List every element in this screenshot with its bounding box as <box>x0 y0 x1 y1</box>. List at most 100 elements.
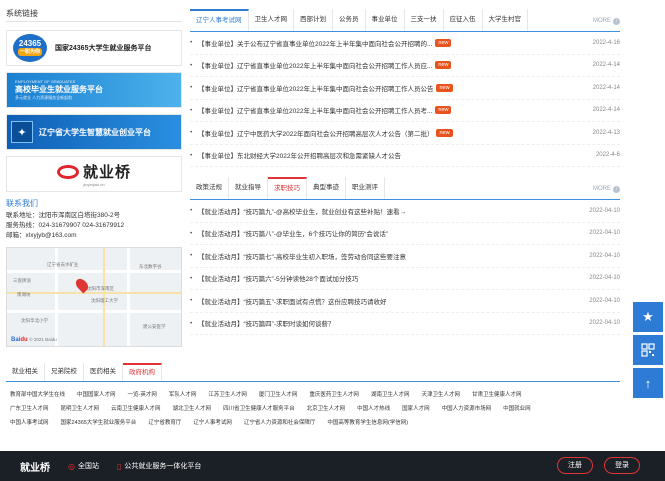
list-item[interactable]: • 【事业单位】辽宁省直事业单位2022年上半年集中面向社会公开招聘工作人员考..… <box>190 100 620 122</box>
news-title[interactable]: 【事业单位】东北财经大学2022年公开招聘高层次和急需紧缺人才公告 <box>198 150 401 160</box>
link-item[interactable]: 湖南卫生人才网 <box>371 388 410 402</box>
jiuyeqiao-logo-icon <box>56 164 79 179</box>
list-item[interactable]: • 【就业活动月】“技巧篇四”-求职时谈如何谈薪？ 2022-04-10 <box>190 313 620 335</box>
link-item[interactable]: 一览-英才网 <box>128 388 157 402</box>
more-link[interactable]: MORE › <box>593 10 620 32</box>
link-item[interactable]: 中国就业网 <box>503 402 531 416</box>
link-item[interactable]: 北京卫生人才网 <box>307 402 346 416</box>
list-item[interactable]: • 【事业单位】关于公布辽宁省直事业单位2022年上半年集中面向社会公开招聘的..… <box>190 32 620 55</box>
news-title[interactable]: 【事业单位】辽宁省直事业单位2022年上半年集中面向社会公开招聘工作人员应... <box>198 60 432 70</box>
link-item[interactable]: 国家24365大学生就业服务平台 <box>61 416 137 430</box>
link-item[interactable]: 湖北卫生人才网 <box>173 402 212 416</box>
list-item[interactable]: • 【事业单位】辽宁省直事业单位2022年上半年集中面向社会公开招聘工作人员应..… <box>190 55 620 77</box>
link-item[interactable]: 中国人才热线 <box>357 402 390 416</box>
more-arrow-icon: › <box>613 185 620 193</box>
link-item[interactable]: 中国国家人才网 <box>77 388 116 402</box>
phone-icon: ▯ <box>116 461 122 471</box>
link-item[interactable]: 中国高等教育学生信息网(学信网) <box>327 416 408 430</box>
tab-liaoning-exam[interactable]: 辽宁人事考试网 <box>190 9 249 31</box>
list-item[interactable]: • 【就业活动月】“技巧篇七”-高校毕业生初入职场，签劳动合同这些要注意 2022-… <box>190 245 620 268</box>
list-item[interactable]: • 【就业活动月】“技巧篇九”-@高校毕业生，就业创业有这些补贴！速看→ 2022-… <box>190 200 620 223</box>
link-item[interactable]: 昆明卫生人才网 <box>61 402 100 416</box>
tab-public-institution[interactable]: 事业单位 <box>366 9 405 31</box>
link-item[interactable]: 国家人才网 <box>402 402 430 416</box>
article-date: 2022-04-10 <box>589 320 620 327</box>
link-item[interactable]: 辽宁省教育厅 <box>148 416 181 430</box>
article-title[interactable]: 【就业活动月】“技巧篇四”-求职时谈如何谈薪？ <box>198 318 576 328</box>
tab-job-tips[interactable]: 求职技巧 <box>268 177 307 199</box>
more-link[interactable]: MORE › <box>593 178 620 200</box>
tab-employment-guide[interactable]: 就业指导 <box>229 177 268 199</box>
location-map[interactable]: 辽宁省去水矿业 沈阳市浑南区 沈阳理工大学 三盘牌浪 南湖坊 沈阳华北小学 东北… <box>6 247 182 347</box>
new-badge: new <box>436 83 453 92</box>
list-item[interactable]: • 【就业活动月】“技巧篇八”-@毕业生，6个技巧让你的简历“会说话” 2022-0… <box>190 223 620 245</box>
link-item[interactable]: 中国人事考试网 <box>10 416 49 430</box>
tab-career-test[interactable]: 职业测评 <box>346 177 385 199</box>
map-road <box>7 310 181 313</box>
list-item[interactable]: • 【事业单位】辽宁省直事业单位2022年上半年集中面向社会公开招聘工作人员公告 n… <box>190 77 620 100</box>
link-item[interactable]: 教育部中国大学生在线 <box>10 388 65 402</box>
tab-employment-related[interactable]: 就业相关 <box>6 363 45 381</box>
tab-medical-related[interactable]: 医药相关 <box>84 363 123 381</box>
national-site-link[interactable]: ◎ 全国站 <box>68 461 99 471</box>
link-item[interactable]: 天津卫生人才网 <box>421 388 460 402</box>
article-title[interactable]: 【就业活动月】“技巧篇七”-高校毕业生初入职场，签劳动合同这些要注意 <box>198 251 576 261</box>
tab-west-plan[interactable]: 西部计划 <box>294 9 333 31</box>
tab-village-official[interactable]: 大学生村官 <box>483 9 528 31</box>
list-item[interactable]: • 【事业单位】辽宁中医药大学2022年面向社会公开招聘高层次人才公告（第二批） n… <box>190 122 620 145</box>
tab-typical-stories[interactable]: 典型事迹 <box>307 177 346 199</box>
article-title[interactable]: 【就业活动月】“技巧篇六”-5分钟读他28个面试加分技巧 <box>198 273 576 283</box>
article-title[interactable]: 【就业活动月】“技巧篇八”-@毕业生，6个技巧让你的简历“会说话” <box>198 228 576 238</box>
link-item[interactable]: 甘肃卫生健康人才网 <box>472 388 522 402</box>
banner-liaoning-platform[interactable]: ✦ 辽宁省大学生智慧就业创业平台 <box>6 114 182 150</box>
tab-civil-servant[interactable]: 公务员 <box>333 9 366 31</box>
tab-sanzhi-yifu[interactable]: 三支一扶 <box>405 9 444 31</box>
map-label: 辽宁省去水矿业 <box>47 262 79 267</box>
link-item[interactable]: 辽宁人事考试网 <box>193 416 232 430</box>
public-platform-link[interactable]: ▯ 公共就业服务一体化平台 <box>117 461 201 471</box>
list-item[interactable]: • 【就业活动月】“技巧篇五”-求职面试有点慌？这份应聘技巧请收好 2022-04-… <box>190 290 620 313</box>
tab-policy[interactable]: 政策法规 <box>190 177 229 199</box>
favorite-button[interactable]: ★ <box>633 302 663 332</box>
footer-brand[interactable]: 就业桥 <box>20 459 50 474</box>
list-item[interactable]: • 【就业活动月】“技巧篇六”-5分钟读他28个面试加分技巧 2022-04-10 <box>190 268 620 290</box>
link-item[interactable]: 军队人才网 <box>169 388 197 402</box>
map-road <box>7 270 181 273</box>
article-date: 2022-04-10 <box>589 297 620 304</box>
link-item[interactable]: 广东卫生人才网 <box>10 402 49 416</box>
tab-health-talent[interactable]: 卫生人才网 <box>249 9 294 31</box>
new-badge: new <box>436 128 453 137</box>
map-road <box>127 248 130 346</box>
links-grid: 教育部中国大学生在线 中国国家人才网 一览-英才网 军队人才网 江苏卫生人才网 … <box>6 382 620 402</box>
news-title[interactable]: 【事业单位】辽宁中医药大学2022年面向社会公开招聘高层次人才公告（第二批） <box>198 128 433 138</box>
banner-graduate-main: 高校毕业生就业服务平台 <box>15 85 103 94</box>
banner-24365[interactable]: 24365 一职为你 国家24365大学生就业服务平台 <box>6 30 182 66</box>
register-button[interactable]: 注册 <box>557 457 593 474</box>
news-title[interactable]: 【事业单位】辽宁省直事业单位2022年上半年集中面向社会公开招聘工作人员考... <box>198 105 432 115</box>
link-item[interactable]: 辽宁省人力资源和社会保障厅 <box>244 416 316 430</box>
link-item[interactable]: 四川省卫生健康人才服务平台 <box>223 402 295 416</box>
liaoning-platform-icon: ✦ <box>11 121 33 143</box>
guidance-list: • 【就业活动月】“技巧篇九”-@高校毕业生，就业创业有这些补贴！速看→ 2022-… <box>190 200 620 335</box>
news-title[interactable]: 【事业单位】关于公布辽宁省直事业单位2022年上半年集中面向社会公开招聘的... <box>198 38 432 48</box>
tab-government[interactable]: 政府机构 <box>123 363 162 381</box>
bullet-icon: • <box>190 106 193 114</box>
24365-logo-number: 24365 <box>18 39 42 48</box>
link-item[interactable]: 重庆医药卫生人才网 <box>309 388 359 402</box>
bullet-icon: • <box>190 252 193 260</box>
link-item[interactable]: 中国人力资源市场网 <box>442 402 492 416</box>
link-item[interactable]: 云南卫生健康人才网 <box>111 402 161 416</box>
article-title[interactable]: 【就业活动月】“技巧篇九”-@高校毕业生，就业创业有这些补贴！速看→ <box>198 206 576 216</box>
news-title[interactable]: 【事业单位】辽宁省直事业单位2022年上半年集中面向社会公开招聘工作人员公告 <box>198 83 433 93</box>
list-item[interactable]: • 【事业单位】东北财经大学2022年公开招聘高层次和急需紧缺人才公告 2022-4… <box>190 145 620 167</box>
link-item[interactable]: 江苏卫生人才网 <box>208 388 247 402</box>
qrcode-button[interactable] <box>633 335 663 365</box>
link-item[interactable]: 厦门卫生人才网 <box>259 388 298 402</box>
banner-jiuyeqiao[interactable]: 就业桥 jiuyeqiao.cn <box>6 156 182 192</box>
tab-sister-schools[interactable]: 兄弟院校 <box>45 363 84 381</box>
tab-enlistment[interactable]: 应征入伍 <box>444 9 483 31</box>
login-button[interactable]: 登录 <box>604 457 640 474</box>
article-title[interactable]: 【就业活动月】“技巧篇五”-求职面试有点慌？这份应聘技巧请收好 <box>198 296 576 306</box>
banner-graduate-service[interactable]: EMPLOYMENT OF GRADUATES 高校毕业生就业服务平台 多元就业… <box>6 72 182 108</box>
back-to-top-button[interactable]: ↑ <box>633 368 663 398</box>
